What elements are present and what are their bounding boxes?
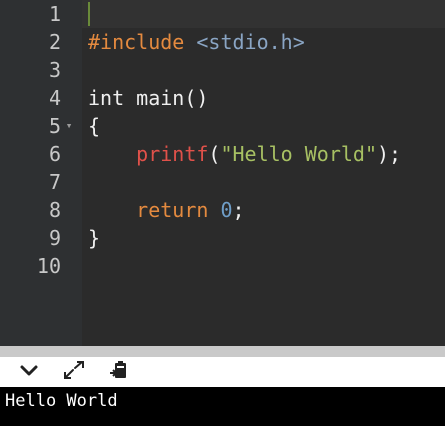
output-text: Hello World xyxy=(5,391,118,411)
line-number: 9 xyxy=(48,226,61,250)
line-number: 3 xyxy=(48,58,61,82)
line-number: 5 xyxy=(48,114,61,138)
code-line[interactable]: 8 return 0; xyxy=(0,196,445,224)
code-line[interactable]: 6 printf("Hello World"); xyxy=(0,140,445,168)
line-number: 8 xyxy=(48,198,61,222)
output-console: Hello World xyxy=(0,387,445,426)
code-text: return 0; xyxy=(88,196,245,224)
code-line[interactable]: 4 int main() xyxy=(0,84,445,112)
line-number: 7 xyxy=(48,170,61,194)
fold-toggle-icon[interactable]: ▾ xyxy=(63,112,75,140)
code-line[interactable]: 5 ▾ { xyxy=(0,112,445,140)
code-line[interactable]: 3 xyxy=(0,56,445,84)
code-line[interactable]: 9} xyxy=(0,224,445,252)
code-token: ); xyxy=(377,142,402,166)
chevron-down-icon xyxy=(19,363,39,382)
output-toolbar xyxy=(0,357,445,387)
code-editor[interactable]: 1 2 #include <stdio.h> 3 4 int main() 5 ▾ {6 pri… xyxy=(0,0,445,346)
code-token: } xyxy=(88,226,101,250)
code-token: 0 xyxy=(220,198,233,222)
code-line[interactable]: 10 xyxy=(0,252,445,280)
code-token: ; xyxy=(232,198,245,222)
code-text: int main() xyxy=(88,84,208,112)
code-line[interactable]: 2 #include <stdio.h> xyxy=(0,28,445,56)
code-token: return xyxy=(136,198,209,222)
code-token: ( xyxy=(208,142,221,166)
line-number: 4 xyxy=(48,86,61,110)
clipboard-icon xyxy=(108,359,130,385)
code-text: { xyxy=(88,112,100,140)
line-number: 10 xyxy=(36,254,61,278)
code-text: } xyxy=(88,224,100,252)
line-number: 2 xyxy=(48,30,61,54)
code-token: "Hello World" xyxy=(220,142,378,166)
code-line[interactable]: 7 xyxy=(0,168,445,196)
code-text: printf("Hello World"); xyxy=(88,140,401,168)
line-number: 1 xyxy=(48,2,61,26)
code-token: int main() xyxy=(88,86,209,110)
code-token: <stdio.h> xyxy=(196,30,305,54)
panel-divider[interactable] xyxy=(0,346,445,357)
expand-icon xyxy=(62,360,86,384)
copy-output-button[interactable] xyxy=(106,361,132,383)
code-line[interactable]: 1 xyxy=(0,0,445,28)
expand-button[interactable] xyxy=(61,361,87,383)
code-token: #include xyxy=(88,30,197,54)
line-number: 6 xyxy=(48,142,61,166)
collapse-button[interactable] xyxy=(16,361,42,383)
code-text: #include <stdio.h> xyxy=(88,28,305,56)
code-token: printf xyxy=(136,142,209,166)
code-token: { xyxy=(88,114,101,138)
